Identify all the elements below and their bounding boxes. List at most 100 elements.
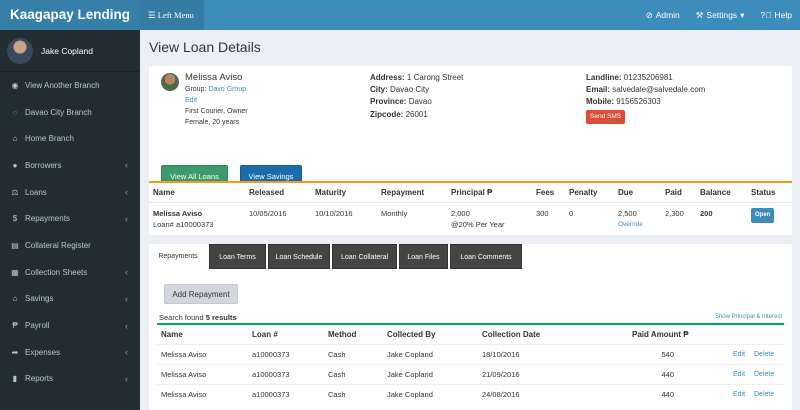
nav-settings[interactable]: ⚒ Settings ▾ (696, 10, 745, 21)
chart-icon: ▮ (12, 374, 18, 384)
client-photo (161, 73, 179, 91)
col-header-released: Released (249, 188, 285, 197)
row-collected-by: Jake Copland (387, 370, 433, 379)
home-icon: ⌂ (12, 134, 18, 144)
client-occupation: First Courier, Owner (185, 108, 248, 115)
edit-link[interactable]: Edit (733, 371, 745, 378)
tab-loan-comments[interactable]: Loan Comments (450, 244, 522, 269)
edit-link[interactable]: Edit (733, 351, 745, 358)
nav-help-label: Help (774, 10, 792, 20)
sidebar-item-label: Payroll (25, 321, 50, 331)
mobile-value: 9156526303 (616, 97, 661, 107)
landline-label: Landline: (586, 73, 622, 82)
sidebar-item-home-branch[interactable]: ⌂ Home Branch (0, 125, 140, 152)
row-date: 21/09/2016 (482, 370, 520, 379)
table-icon: ▦ (11, 267, 19, 277)
sidebar-item-reports[interactable]: ▮ Reports ‹ (0, 366, 140, 393)
sidebar-item-label: Home Branch (25, 134, 74, 144)
row-method: Cash (328, 390, 346, 399)
col-header-collection-date: Collection Date (482, 330, 541, 339)
show-principal-interest-link[interactable]: Show Principal & Interest (715, 314, 782, 320)
email-value: salvedale@salvedale.com (612, 85, 706, 95)
sidebar-item-payroll[interactable]: ₱ Payroll ‹ (0, 312, 140, 339)
sidebar-item-collateral-register[interactable]: ▤ Collateral Register (0, 232, 140, 259)
loan-balance: 200 (700, 209, 713, 218)
dollar-icon: $ (12, 214, 18, 224)
client-box: Melissa Aviso Group: Davo Group Edit Fir… (149, 66, 792, 199)
loan-paid: 2,300 (665, 209, 684, 218)
sidebar-item-label: View Another Branch (25, 80, 100, 90)
delete-link[interactable]: Delete (754, 351, 774, 358)
email-label: Email: (586, 85, 611, 95)
client-gender-age: Female, 20 years (185, 119, 240, 126)
caret-down-icon: ▾ (740, 9, 745, 20)
brand-logo[interactable]: Kaagapay Lending (0, 0, 140, 30)
loan-number: Loan# a10000373 (153, 220, 214, 229)
row-collected-by: Jake Copland (387, 390, 433, 399)
left-menu-toggle[interactable]: ☰ Left Menu (140, 0, 204, 30)
loan-maturity: 10/10/2016 (315, 209, 353, 218)
mobile-label: Mobile: (586, 97, 614, 107)
delete-link[interactable]: Delete (754, 371, 774, 378)
row-amount: 440 (661, 390, 674, 399)
sidebar-item-savings[interactable]: ⌂ Savings ‹ (0, 286, 140, 313)
main-content: View Loan Details Melissa Aviso Group: D… (140, 30, 800, 410)
tab-loan-files[interactable]: Loan Files (399, 244, 448, 269)
address-value: 1 Carong Street (406, 73, 464, 82)
col-header-name: Name (153, 188, 175, 197)
address-label: Address: (370, 73, 405, 82)
chevron-left-icon: ‹ (125, 347, 128, 358)
sidebar-item-expenses[interactable]: ➦ Expenses ‹ (0, 339, 140, 366)
sidebar-item-collection-sheets[interactable]: ▦ Collection Sheets ‹ (0, 259, 140, 286)
divider (149, 202, 792, 203)
paper-icon: ₱ (12, 321, 18, 331)
sidebar-item-repayments[interactable]: $ Repayments ‹ (0, 205, 140, 232)
row-loan: a10000373 (252, 390, 290, 399)
col-header-loan-no: Loan # (252, 330, 278, 339)
zipcode-label: Zipcode: (370, 109, 404, 119)
send-sms-button[interactable]: Send SMS (586, 109, 626, 124)
row-loan: a10000373 (252, 350, 290, 359)
chevron-left-icon: ‹ (125, 160, 128, 171)
search-prefix: Search found (159, 313, 204, 322)
list-icon: ▤ (11, 240, 19, 250)
landline-value: 01235206981 (623, 73, 673, 82)
tab-repayments[interactable]: Repayments (149, 244, 207, 269)
delete-link[interactable]: Delete (754, 391, 774, 398)
table-row: Melissa Aviso a10000373 Cash Jake Coplan… (157, 364, 784, 384)
loan-tabs-box: Repayments Loan Terms Loan Schedule Loan… (149, 244, 792, 410)
search-count: 5 results (205, 313, 237, 322)
nav-help[interactable]: ?⃝ Help (760, 10, 792, 20)
sidebar-item-loans[interactable]: ⚖ Loans ‹ (0, 179, 140, 206)
tab-loan-schedule[interactable]: Loan Schedule (268, 244, 330, 269)
row-name: Melissa Aviso (161, 390, 207, 399)
loan-fees: 300 (536, 209, 549, 218)
col-header-method: Method (328, 330, 357, 339)
user-icon: ● (12, 160, 18, 170)
client-group: Group: Davo Group (185, 86, 246, 93)
sidebar-item-label: Savings (25, 294, 54, 304)
eye-icon: ◉ (11, 80, 19, 90)
province-value: Davao (408, 97, 432, 107)
sidebar: Jake Copland ◉ View Another Branch ○ Davao… (0, 30, 140, 410)
tab-loan-terms[interactable]: Loan Terms (209, 244, 266, 269)
tab-bar: Repayments Loan Terms Loan Schedule Loan… (149, 244, 524, 269)
gauge-icon: ⊘ (645, 9, 653, 20)
row-method: Cash (328, 350, 346, 359)
group-link[interactable]: Davo Group (208, 86, 246, 93)
zipcode-value: 26001 (405, 109, 428, 119)
sidebar-item-borrowers[interactable]: ● Borrowers ‹ (0, 152, 140, 179)
loan-borrower-name: Melissa Aviso (153, 209, 203, 218)
edit-link[interactable]: Edit (733, 391, 745, 398)
nav-admin[interactable]: ⊘ Admin (646, 10, 680, 21)
sidebar-item-view-another-branch[interactable]: ◉ View Another Branch (0, 72, 140, 99)
tab-loan-collateral[interactable]: Loan Collateral (332, 244, 397, 269)
sidebar-item-davao-city-branch[interactable]: ○ Davao City Branch (0, 99, 140, 126)
sidebar-item-label: Collateral Register (25, 240, 91, 250)
col-header-collected-by: Collected By (387, 330, 436, 339)
add-repayment-button[interactable]: Add Repayment (164, 284, 238, 304)
override-link[interactable]: Override (618, 219, 643, 230)
search-summary: Search found 5 results (159, 313, 237, 322)
edit-client-link[interactable]: Edit (185, 97, 197, 104)
avatar (7, 37, 33, 64)
